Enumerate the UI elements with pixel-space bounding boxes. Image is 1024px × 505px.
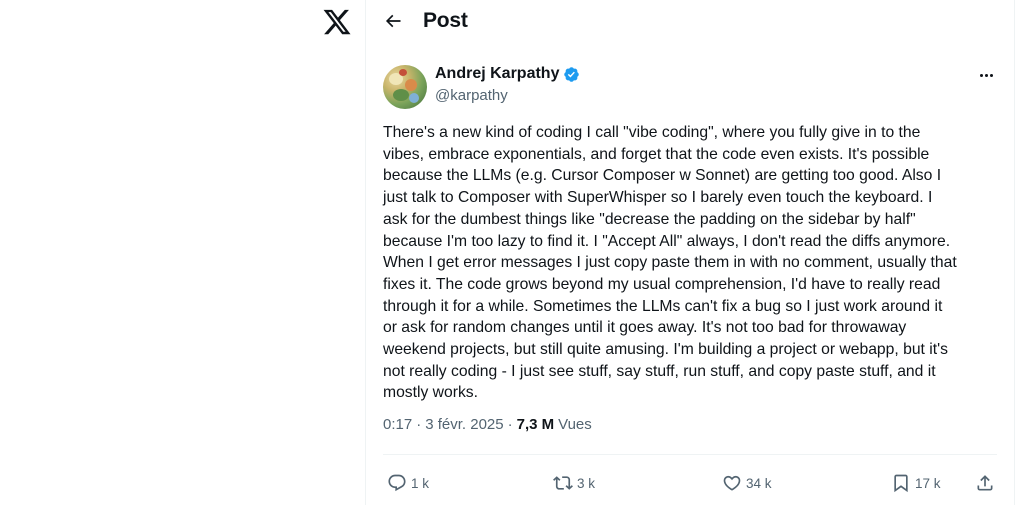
views-label: Vues bbox=[558, 416, 592, 433]
x-logo-icon[interactable] bbox=[320, 5, 354, 39]
share-icon bbox=[977, 475, 993, 491]
author-name-row: Andrej Karpathy bbox=[435, 65, 580, 83]
heart-icon bbox=[723, 475, 741, 491]
tweet-line: ask for the dumbest things like "decreas… bbox=[383, 210, 916, 228]
tweet-line: fixes it. The code grows beyond my usual… bbox=[383, 275, 941, 293]
verified-badge-icon[interactable] bbox=[563, 66, 580, 83]
avatar[interactable] bbox=[383, 65, 427, 109]
reply-icon bbox=[388, 474, 406, 492]
repost-icon bbox=[553, 476, 573, 490]
bookmark-button[interactable]: 17 k bbox=[891, 470, 941, 496]
more-dot bbox=[979, 73, 983, 77]
tweet-line: weekend projects, but still quite amusin… bbox=[383, 341, 948, 359]
arrow-left-icon bbox=[385, 14, 401, 28]
app-root: Post Andrej Karpathy @karpathy There's a… bbox=[0, 0, 1024, 505]
author-name[interactable]: Andrej Karpathy bbox=[435, 65, 559, 83]
tweet-line: When I get error messages I just copy pa… bbox=[383, 254, 957, 272]
bookmark-icon bbox=[894, 474, 908, 493]
tweet-line: because I'm too lazy to find it. I "Acce… bbox=[383, 232, 951, 250]
page-header: Post bbox=[366, 0, 1014, 45]
views-count: 7,3 M bbox=[516, 416, 555, 433]
repost-count: 3 k bbox=[577, 475, 596, 491]
reply-count: 1 k bbox=[411, 475, 430, 491]
meta-separator: · bbox=[507, 416, 513, 433]
tweet-line: mostly works. bbox=[383, 384, 479, 402]
tweet-author: Andrej Karpathy @karpathy bbox=[383, 65, 1003, 109]
like-button[interactable]: 34 k bbox=[722, 470, 772, 496]
reply-button[interactable]: 1 k bbox=[387, 470, 429, 496]
tweet-text: There's a new kind of coding I call "vib… bbox=[383, 122, 1003, 404]
bookmark-count: 17 k bbox=[915, 475, 941, 491]
share-button[interactable] bbox=[975, 470, 995, 496]
main-column: Post Andrej Karpathy @karpathy There's a… bbox=[365, 0, 1015, 505]
more-dot bbox=[984, 73, 988, 77]
tweet-line: vibes, embrace exponentials, and forget … bbox=[383, 145, 930, 163]
tweet-line: because the LLMs (e.g. Cursor Composer w… bbox=[383, 167, 942, 185]
more-options-button[interactable] bbox=[974, 65, 998, 85]
repost-button[interactable]: 3 k bbox=[553, 470, 595, 496]
meta-separator: · bbox=[416, 416, 422, 433]
tweet-line: There's a new kind of coding I call "vib… bbox=[383, 124, 921, 141]
back-button[interactable] bbox=[382, 10, 404, 32]
page-title: Post bbox=[423, 9, 468, 32]
tweet-time[interactable]: 0:17 bbox=[383, 416, 412, 433]
like-count: 34 k bbox=[746, 475, 772, 491]
tweet-line: just talk to Composer with SuperWhisper … bbox=[383, 189, 933, 207]
action-bar: 1 k 3 k 34 k 17 k bbox=[383, 470, 997, 496]
divider bbox=[383, 454, 997, 455]
tweet-line: through it for a while. Sometimes the LL… bbox=[383, 297, 943, 315]
tweet-line: not really coding - I just see stuff, sa… bbox=[383, 362, 936, 380]
tweet-line: or ask for random changes until it goes … bbox=[383, 319, 907, 337]
tweet-meta: 0:17 · 3 févr. 2025 · 7,3 M Vues bbox=[383, 416, 592, 433]
tweet-date[interactable]: 3 févr. 2025 bbox=[425, 416, 503, 433]
author-handle[interactable]: @karpathy bbox=[435, 87, 508, 104]
more-dot bbox=[989, 73, 993, 77]
